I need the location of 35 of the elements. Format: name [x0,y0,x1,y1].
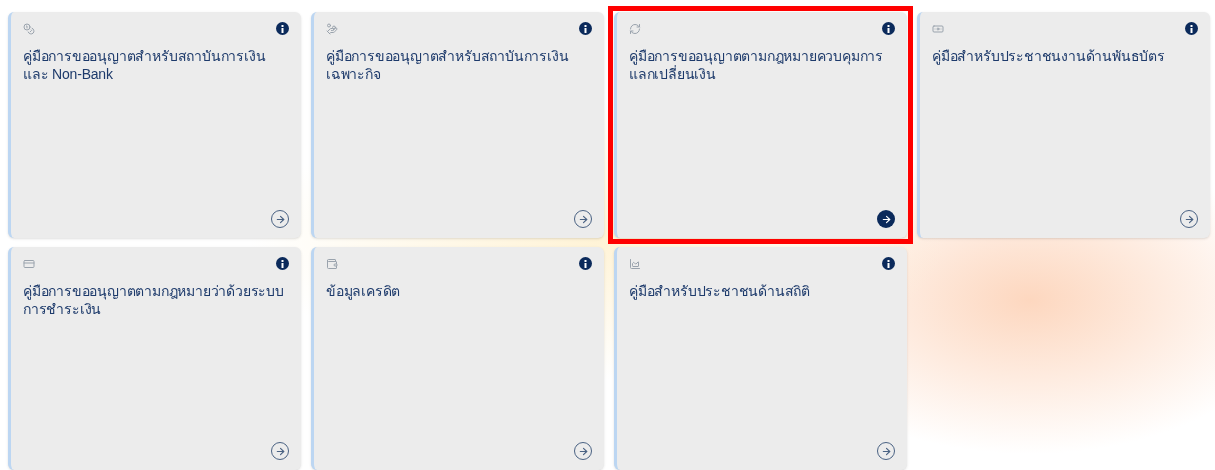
info-icon[interactable] [276,257,289,270]
arrow-right-icon [577,445,589,457]
info-icon[interactable] [882,22,895,35]
banknote-icon [932,22,944,35]
guide-card[interactable]: คู่มือการขออนุญาตตามกฎหมายควบคุมการแลกเปลี่ยนเงิน [614,12,907,238]
arrow-right-icon [274,213,286,225]
info-icon[interactable] [579,22,592,35]
wallet-icon [326,257,338,270]
guide-card[interactable]: คู่มือสำหรับประชาชนด้านสถิติ [614,247,907,470]
guide-card[interactable]: ข้อมูลเครดิต [311,247,604,470]
arrow-right-icon [274,445,286,457]
arrow-button[interactable] [877,210,895,228]
guide-card[interactable]: คู่มือสำหรับประชาชนงานด้านพันธบัตร [917,12,1210,238]
arrow-right-icon [1183,213,1195,225]
guide-card[interactable]: คู่มือการขออนุญาตสำหรับสถาบันการเงินเฉพาะกิจ [311,12,604,238]
card-icon [23,257,35,270]
coins-icon [23,22,35,35]
exchange-icon [629,22,641,35]
info-icon[interactable] [276,22,289,35]
card-title: คู่มือการขออนุญาตสำหรับสถาบันการเงิน และ Non-Bank [23,47,267,83]
card-title: คู่มือการขออนุญาตตามกฎหมายว่าด้วยระบบการชำระเงิน [23,282,285,318]
arrow-right-icon [880,213,892,225]
card-title: คู่มือสำหรับประชาชนงานด้านพันธบัตร [932,47,1166,65]
card-title: คู่มือการขออนุญาตตามกฎหมายควบคุมการแลกเปลี่ยนเงิน [629,47,884,83]
chart-icon [629,257,641,270]
guide-card[interactable]: คู่มือการขออนุญาตสำหรับสถาบันการเงิน และ Non-Bank [8,12,301,238]
arrow-right-icon [880,445,892,457]
card-title: คู่มือสำหรับประชาชนด้านสถิติ [629,282,811,300]
info-icon[interactable] [579,257,592,270]
guide-card[interactable]: คู่มือการขออนุญาตตามกฎหมายว่าด้วยระบบการชำระเงิน [8,247,301,470]
info-icon[interactable] [882,257,895,270]
arrow-right-icon [577,213,589,225]
card-title: ข้อมูลเครดิต [326,282,402,300]
card-title: คู่มือการขออนุญาตสำหรับสถาบันการเงินเฉพาะกิจ [326,47,570,83]
info-icon[interactable] [1185,22,1198,35]
